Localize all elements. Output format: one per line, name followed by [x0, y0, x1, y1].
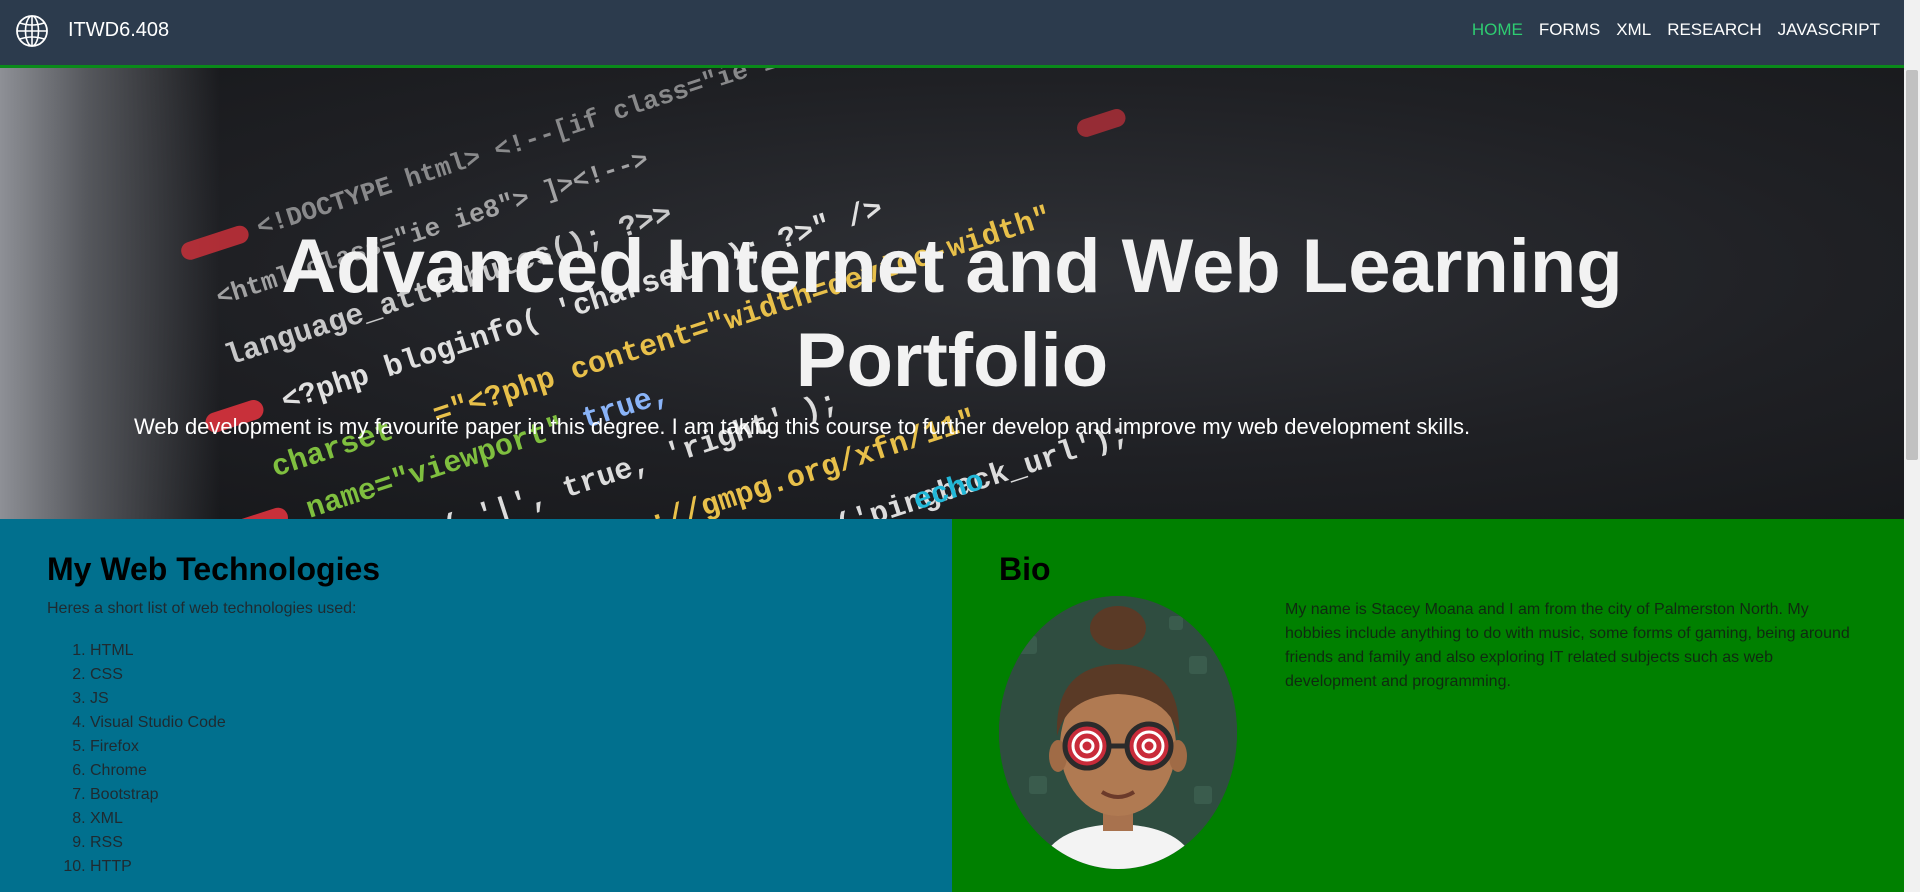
list-item: Firefox	[90, 735, 226, 759]
svg-text:<!DOCTYPE html> <!--[if class: <!DOCTYPE html> <!--[if class="ie ie	[253, 68, 796, 243]
nav-home[interactable]: HOME	[1472, 20, 1523, 40]
bio-heading: Bio	[999, 551, 1051, 587]
hero-section: <!DOCTYPE html> <!--[if class="ie ie <ht…	[0, 68, 1904, 519]
list-item: CSS	[90, 663, 226, 687]
nav-javascript[interactable]: JAVASCRIPT	[1778, 20, 1880, 40]
technologies-list: HTML CSS JS Visual Studio Code Firefox C…	[90, 639, 226, 879]
brand-link[interactable]: ITWD6.408	[68, 19, 169, 42]
globe-icon[interactable]	[14, 13, 50, 49]
avatar	[999, 596, 1237, 869]
nav-menu: HOME FORMS XML RESEARCH JAVASCRIPT	[1472, 20, 1880, 40]
list-item: Bootstrap	[90, 783, 226, 807]
bio-text: My name is Stacey Moana and I am from th…	[1285, 601, 1850, 690]
bio-section: Bio My name is Stacey Moana and I am fro…	[952, 519, 1904, 892]
list-item: Visual Studio Code	[90, 711, 226, 735]
scrollbar-thumb[interactable]	[1906, 70, 1918, 460]
list-item: Chrome	[90, 759, 226, 783]
technologies-section: My Web Technologies Heres a short list o…	[0, 519, 952, 892]
nav-research[interactable]: RESEARCH	[1667, 20, 1761, 40]
page-scrollbar[interactable]	[1904, 0, 1920, 892]
list-item: HTTP	[90, 855, 226, 879]
hero-subtitle: Web development is my favourite paper in…	[134, 414, 1471, 439]
nav-xml[interactable]: XML	[1616, 20, 1651, 40]
list-item: XML	[90, 807, 226, 831]
technologies-intro: Heres a short list of web technologies u…	[47, 600, 357, 617]
svg-text:echo: echo	[909, 465, 988, 519]
list-item: RSS	[90, 831, 226, 855]
list-item: JS	[90, 687, 226, 711]
avatar-illustration	[999, 596, 1237, 869]
list-item: HTML	[90, 639, 226, 663]
nav-forms[interactable]: FORMS	[1539, 20, 1600, 40]
hero-title: Advanced Internet and Web Learning Portf…	[281, 224, 1623, 403]
navbar: ITWD6.408 HOME FORMS XML RESEARCH JAVASC…	[0, 0, 1904, 68]
technologies-heading: My Web Technologies	[47, 551, 381, 587]
